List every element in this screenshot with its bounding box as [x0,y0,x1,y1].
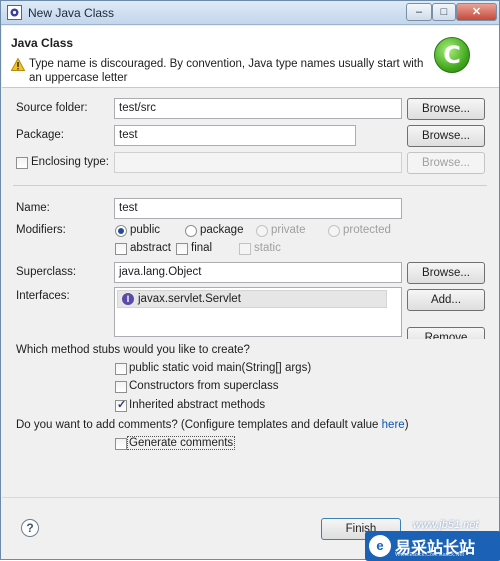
source-folder-label: Source folder: [16,102,88,114]
main-method-label: public static void main(String[] args) [129,362,312,374]
modifier-abstract-checkbox[interactable] [115,243,127,255]
enclosing-type-input[interactable] [114,152,402,173]
modifier-package-label: package [200,224,244,236]
modifier-public-label: public [130,224,161,236]
interfaces-label: Interfaces: [16,290,70,302]
footer-separator [2,497,499,498]
watermark-logo-icon: e [369,535,391,557]
title-bar[interactable]: New Java Class – □ ✕ [1,1,499,25]
watermark: www.jb51.net e 易采站长站 Www.Easck.Com Easck… [361,517,500,561]
watermark-banner: e 易采站长站 Www.Easck.Com Easck.Net [365,531,500,561]
generate-comments-label: Generate comments [127,436,236,450]
enclosing-type-label: Enclosing type: [31,156,109,168]
name-input[interactable]: test [114,198,402,219]
modifier-package-radio[interactable] [185,225,197,237]
modifier-protected-radio[interactable] [328,225,340,237]
modifier-private-label: private [271,224,306,236]
constructors-checkbox[interactable] [115,381,127,393]
list-item[interactable]: I javax.servlet.Servlet [117,290,387,308]
comments-question-suffix: ) [404,419,409,431]
new-java-class-dialog: New Java Class – □ ✕ Java Class Type nam… [0,0,500,561]
close-button[interactable]: ✕ [456,3,497,21]
wizard-message: Type name is discouraged. By convention,… [29,58,424,84]
modifier-final-checkbox[interactable] [176,243,188,255]
add-interface-button[interactable]: Add... [407,289,485,311]
package-input[interactable]: test [114,125,356,146]
inherited-methods-label: Inherited abstract methods [129,399,266,411]
watermark-subtext: Www.Easck.Com Easck.Net [395,552,465,558]
maximize-button[interactable]: □ [432,3,456,21]
enclosing-type-browse-button[interactable]: Browse... [407,152,485,174]
configure-templates-link[interactable]: here [382,419,405,431]
name-label: Name: [16,202,50,214]
wizard-title: Java Class [11,36,74,50]
source-folder-input[interactable]: test/src [114,98,402,119]
watermark-url: www.jb51.net [413,519,479,531]
modifier-static-checkbox[interactable] [239,243,251,255]
wizard-header: Java Class Type name is discouraged. By … [2,26,499,88]
interface-icon: I [122,293,134,305]
inherited-methods-checkbox[interactable] [115,398,127,412]
remove-interface-button[interactable]: Remove [407,327,485,339]
help-icon[interactable]: ? [21,519,39,537]
separator [13,185,487,186]
modifier-protected-label: protected [343,224,391,236]
superclass-input[interactable]: java.lang.Object [114,262,402,283]
package-label: Package: [16,129,64,141]
modifier-abstract-label: abstract [130,242,171,254]
comments-question-text: Do you want to add comments? (Configure … [16,419,382,431]
superclass-browse-button[interactable]: Browse... [407,262,485,284]
main-method-checkbox[interactable] [115,363,127,375]
modifier-public-radio[interactable] [115,225,127,237]
generate-comments-checkbox[interactable] [115,438,127,450]
interfaces-list[interactable]: I javax.servlet.Servlet [114,287,402,337]
window-title: New Java Class [28,6,115,20]
modifier-private-radio[interactable] [256,225,268,237]
modifiers-label: Modifiers: [16,224,66,236]
superclass-label: Superclass: [16,266,77,278]
interface-item-label: javax.servlet.Servlet [138,293,241,305]
minimize-button[interactable]: – [406,3,432,21]
java-class-logo-icon: C [434,37,470,73]
source-folder-browse-button[interactable]: Browse... [407,98,485,120]
modifier-static-label: static [254,242,281,254]
remove-button-clip: Remove [407,321,485,339]
package-browse-button[interactable]: Browse... [407,125,485,147]
eclipse-window-icon [7,5,22,20]
enclosing-type-checkbox[interactable] [16,157,28,169]
comments-question: Do you want to add comments? (Configure … [16,419,409,431]
warning-icon [11,58,25,71]
constructors-label: Constructors from superclass [129,380,279,392]
modifier-final-label: final [191,242,213,254]
method-stubs-question: Which method stubs would you like to cre… [16,344,250,356]
